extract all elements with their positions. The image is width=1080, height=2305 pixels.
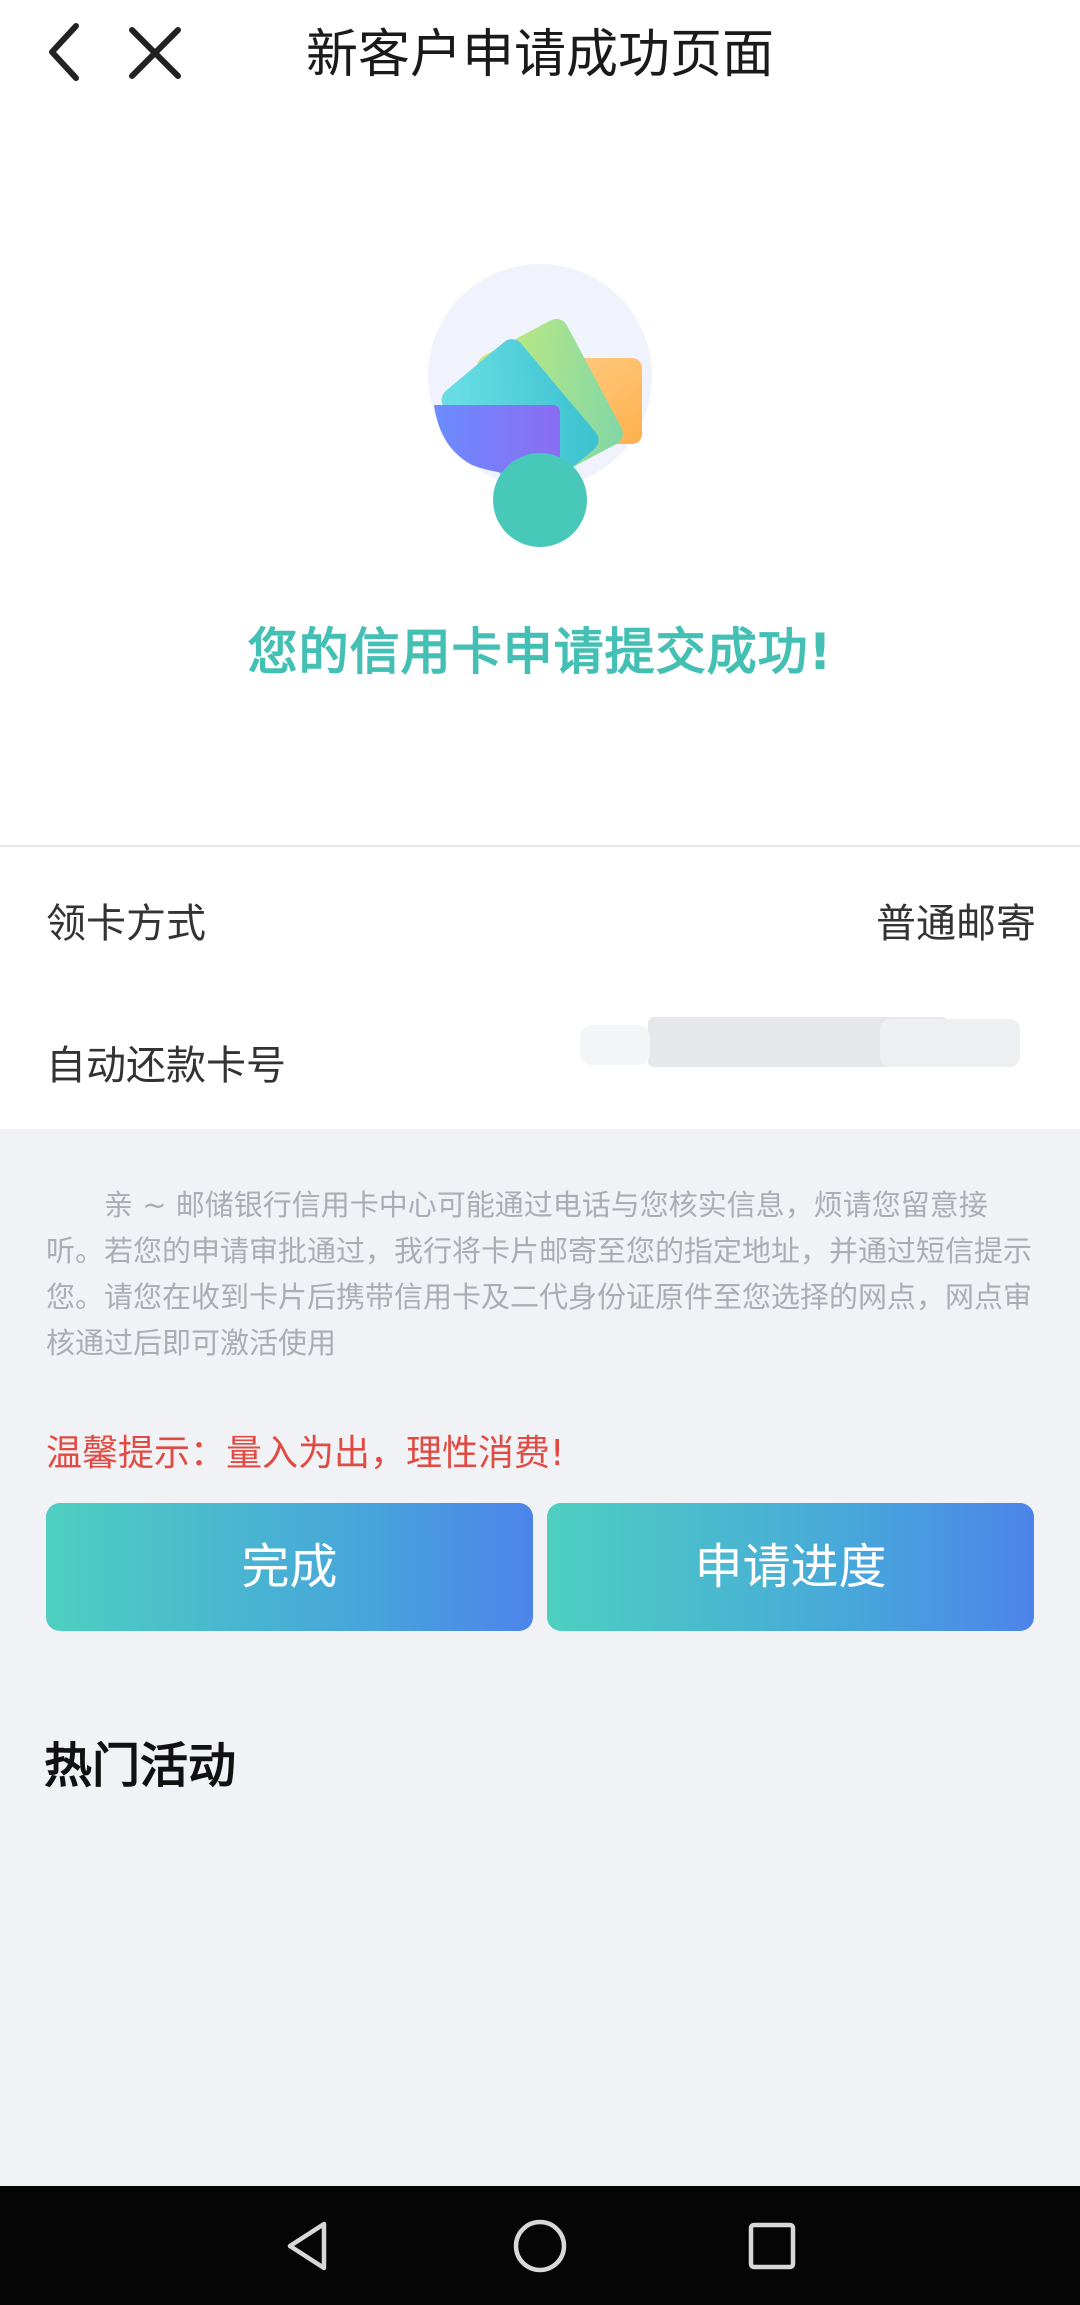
application-info: 领卡方式 普通邮寄 自动还款卡号 [0,847,1080,1129]
square-recents-icon[interactable] [742,2216,802,2276]
card-delivery-value: 普通邮寄 [876,901,1036,947]
close-icon[interactable] [126,22,186,84]
tip-text: 温馨提示：量入为出，理性消费! [46,1433,565,1474]
autopay-card-number-masked [580,997,1050,1087]
system-navigation-bar [0,2186,1080,2305]
header-area: 新客户申请成功页面 您的信用卡申请提交成功! [0,0,1080,845]
autopay-card-label: 自动还款卡号 [46,1043,286,1089]
page-title: 新客户申请成功页面 [305,25,774,85]
popular-activities-title: 热门活动 [44,1738,237,1794]
triangle-back-icon[interactable] [278,2216,338,2276]
nav-bar: 新客户申请成功页面 [0,0,1080,110]
notice-text: 亲 ~ 邮储银行信用卡中心可能通过电话与您核实信息，烦请您留意接听。若您的申请审… [46,1188,1033,1360]
circle-home-icon[interactable] [510,2216,570,2276]
done-button[interactable]: 完成 [46,1503,533,1631]
card-delivery-label: 领卡方式 [46,901,206,947]
application-progress-button[interactable]: 申请进度 [547,1503,1034,1631]
success-message: 您的信用卡申请提交成功! [247,623,833,681]
chevron-left-icon[interactable] [40,20,100,84]
credit-cards-illustration [420,260,660,560]
